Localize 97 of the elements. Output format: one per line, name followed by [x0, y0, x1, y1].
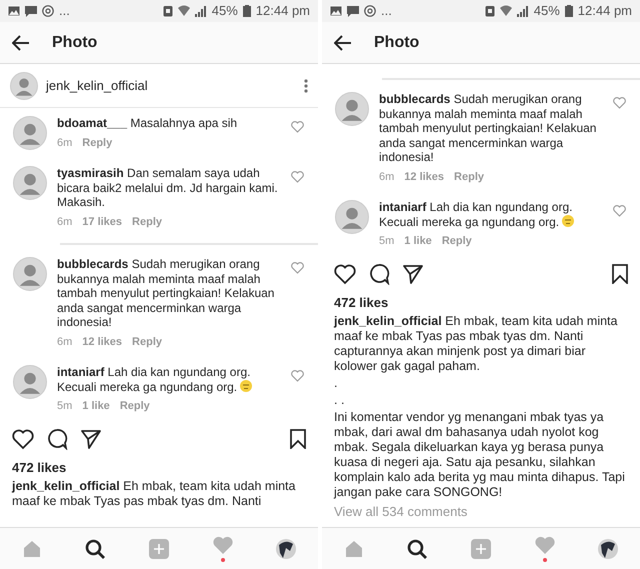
avatar	[13, 116, 47, 150]
status-time: 12:44 pm	[256, 2, 310, 20]
comment-button[interactable]	[46, 428, 68, 450]
comment-button[interactable]	[368, 262, 390, 284]
avatar	[335, 92, 369, 126]
comment-text: bdoamat___ Masalahnya apa sih	[57, 116, 238, 130]
heart-icon	[291, 120, 304, 133]
comment-text: intaniarf Lah dia kan ngundang org. Kecuali mereka ga ngundang org.	[57, 365, 254, 394]
comment-likes[interactable]: 1 like	[404, 234, 432, 248]
reply-link[interactable]: Reply	[132, 214, 162, 229]
comment-text: bubblecards Sudah merugikan orang bukannya malah meminta maaf malah tambah menyulut pertingkaian! Kelakuan anda sangat mencerminkan warga indonesia!	[379, 92, 598, 164]
more-options-button[interactable]	[304, 78, 308, 92]
status-time: 12:44 pm	[578, 2, 632, 20]
search-icon[interactable]	[406, 538, 428, 560]
battery-saver-icon	[162, 5, 173, 17]
like-button[interactable]	[334, 262, 356, 284]
avatar	[335, 200, 369, 234]
heart-icon	[291, 369, 304, 382]
like-comment-button[interactable]	[291, 261, 304, 274]
comment-likes[interactable]: 12 likes	[82, 334, 122, 349]
comment-icon	[368, 262, 390, 284]
comment-text: bubblecards Sudah merugikan orang bukannya malah meminta maaf malah tambah menyulut pertingkaian! Kelakuan anda sangat mencerminkan warga indonesia!	[57, 257, 276, 330]
battery-saver-icon	[484, 5, 495, 17]
like-comment-button[interactable]	[291, 120, 304, 133]
avatar	[10, 72, 38, 100]
battery-icon	[564, 5, 573, 17]
more-options-icon	[304, 78, 308, 92]
reply-link[interactable]: Reply	[82, 136, 112, 150]
heart-icon	[613, 96, 626, 109]
reply-link[interactable]: Reply	[442, 234, 472, 248]
comment-time: 6m	[57, 334, 72, 349]
page-title: Photo	[374, 32, 420, 52]
back-arrow-icon	[12, 34, 30, 50]
like-comment-button[interactable]	[291, 170, 304, 183]
caption-text: . .	[334, 393, 346, 408]
save-button[interactable]	[612, 264, 628, 284]
caption-text: jenk_kelin_official Eh mbak, team kita udah minta maaf ke mbak Tyas pas mbak tyas dm. Nanti	[12, 479, 296, 509]
comment-likes[interactable]: 1 like	[82, 399, 110, 414]
heart-icon	[334, 262, 356, 284]
wifi-icon	[500, 5, 512, 17]
comment-text: intaniarf Lah dia kan ngundang org. Kecuali mereka ga ngundang org.	[379, 200, 576, 229]
heart-icon	[291, 261, 304, 274]
comment-text: tyasmirasih Dan semalam saya udah bicara baik2 melalui dm. Jd hargain kami. Makasih.	[57, 166, 279, 210]
battery-level: 45%	[534, 2, 560, 20]
heart-icon	[12, 428, 34, 450]
caption-text: .	[334, 376, 338, 391]
profile-avatar[interactable]	[597, 538, 620, 560]
like-comment-button[interactable]	[613, 96, 626, 109]
avatar	[13, 365, 47, 399]
status-more: ...	[59, 2, 70, 20]
avatar	[13, 166, 47, 200]
message-icon	[347, 6, 359, 16]
reply-link[interactable]: Reply	[454, 170, 484, 184]
send-icon	[80, 428, 102, 450]
signal-icon	[194, 6, 207, 16]
likes-count: 472 likes	[11, 458, 68, 476]
share-button[interactable]	[80, 428, 102, 450]
comment-time: 5m	[379, 234, 394, 248]
comment-likes[interactable]: 12 likes	[404, 170, 444, 184]
wifi-icon	[178, 5, 190, 17]
like-comment-button[interactable]	[613, 204, 626, 217]
bookmark-icon	[612, 264, 628, 284]
comment-time: 5m	[57, 399, 72, 414]
heart-icon	[291, 170, 304, 183]
caption-text: Ini komentar vendor yg menangani mbak tyas ya mbak, dari awal dm bahasanya udah nyolot kog mbak. Segala dikeluarkan kaya yg berasa punya kuasa di negeri aja. Satu aja pesanku, silahkan komplain kalo ada berita yg mau minta dihapus. Tapi jangan pake cara SONGONG!	[334, 410, 626, 500]
gallery-icon	[330, 6, 342, 16]
caption-text: jenk_kelin_official Eh mbak, team kita udah minta maaf ke mbak Tyas pas mbak tyas dm. Nanti capturannya akan minjenk post ya dimari biar kolower gak gagal paham.	[334, 314, 618, 374]
battery-icon	[242, 5, 251, 17]
status-more: ...	[381, 2, 392, 20]
signal-icon	[516, 6, 529, 16]
comment-likes[interactable]: 17 likes	[82, 214, 122, 229]
bookmark-icon	[290, 428, 306, 448]
like-button[interactable]	[12, 428, 34, 450]
share-button[interactable]	[402, 262, 424, 284]
view-all-comments-link[interactable]: View all 534 comments	[322, 502, 640, 522]
likes-count: 472 likes	[333, 294, 390, 312]
message-icon	[25, 6, 37, 16]
back-arrow-icon	[334, 34, 352, 50]
comment-time: 6m	[379, 170, 394, 184]
back-button[interactable]	[334, 34, 352, 50]
back-button[interactable]	[12, 34, 30, 50]
comment-icon	[46, 428, 68, 450]
search-icon[interactable]	[84, 538, 106, 560]
comment-time: 6m	[57, 214, 72, 229]
gallery-icon	[8, 6, 20, 16]
reply-link[interactable]: Reply	[132, 334, 162, 349]
profile-avatar[interactable]	[275, 538, 298, 560]
send-icon	[402, 262, 424, 284]
post-username[interactable]: jenk_kelin_official	[46, 76, 296, 96]
like-comment-button[interactable]	[291, 369, 304, 382]
reply-link[interactable]: Reply	[120, 399, 150, 414]
battery-level: 45%	[212, 2, 238, 20]
page-title: Photo	[52, 32, 98, 52]
comment-time: 6m	[57, 136, 72, 150]
heart-icon	[613, 204, 626, 217]
avatar	[13, 257, 47, 291]
save-button[interactable]	[290, 428, 306, 448]
